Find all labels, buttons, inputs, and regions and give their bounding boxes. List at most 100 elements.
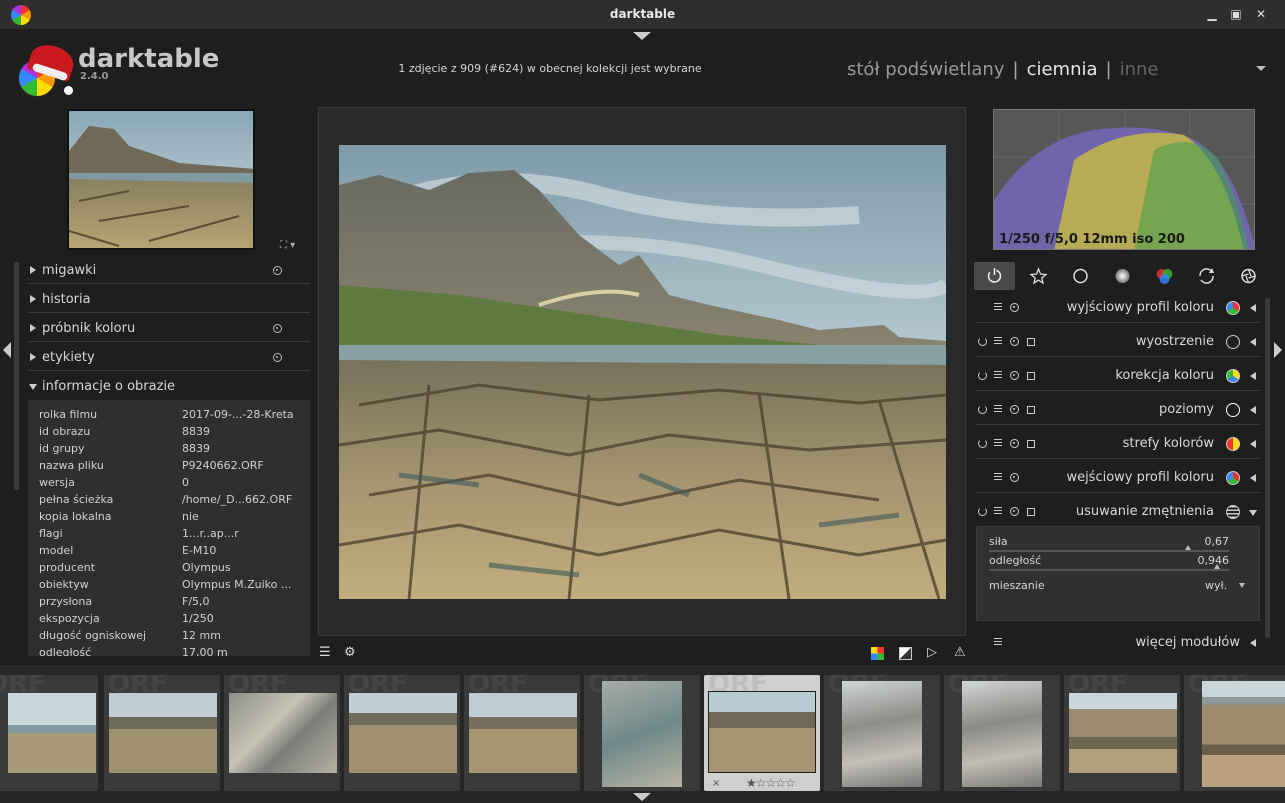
multi-instance-icon[interactable] (1027, 406, 1035, 414)
slider-knob[interactable] (1185, 545, 1192, 550)
presets-icon[interactable] (1010, 303, 1019, 312)
more-modules-button[interactable]: więcej modułów (976, 628, 1260, 658)
menu-icon[interactable] (994, 371, 1002, 378)
collapse-right-panel-arrow-icon[interactable] (1274, 342, 1282, 358)
group-tone-icon[interactable] (1102, 262, 1143, 290)
filmstrip-thumbnail[interactable]: ORF (104, 675, 220, 791)
module-color-zones[interactable]: strefy kolorów (976, 429, 1260, 459)
distance-slider[interactable]: odległość 0,946 (989, 552, 1229, 574)
module-haze-removal[interactable]: usuwanie zmętnienia (976, 497, 1260, 527)
module-snapshots[interactable]: migawki (28, 258, 310, 284)
multi-instance-icon[interactable] (1027, 372, 1035, 380)
thumbnail-image (469, 693, 577, 773)
filmstrip-thumbnail[interactable]: ORF (224, 675, 340, 791)
slider-knob[interactable] (1214, 564, 1220, 569)
group-correct-icon[interactable] (1186, 262, 1227, 290)
filmstrip-thumbnail-current[interactable]: ORF × ★☆☆☆☆ (704, 675, 820, 791)
module-image-information[interactable]: informacje o obrazie (28, 374, 310, 400)
presets-icon[interactable] (1010, 405, 1019, 414)
star-rating-icon[interactable]: ★☆☆☆☆ (746, 776, 796, 790)
multi-instance-icon[interactable] (1027, 440, 1035, 448)
softproof-icon[interactable] (871, 647, 884, 660)
module-name: poziomy (1159, 402, 1214, 417)
power-icon[interactable] (978, 405, 987, 414)
collapse-top-panel-arrow-icon[interactable] (633, 32, 651, 40)
group-color-icon[interactable] (1144, 262, 1185, 290)
info-row: id obrazu 8839 (28, 423, 310, 440)
presets-icon[interactable] (273, 266, 282, 275)
left-panel-scrollbar[interactable] (14, 262, 19, 490)
filmstrip-thumbnail[interactable]: ORF (584, 675, 700, 791)
menu-icon[interactable] (994, 405, 1002, 412)
quick-access-menu-icon[interactable]: ☰ (319, 645, 331, 660)
presets-icon[interactable] (273, 353, 282, 362)
collapse-bottom-panel-arrow-icon[interactable] (633, 793, 651, 801)
slider-track[interactable] (989, 569, 1229, 571)
filmstrip-thumbnail[interactable]: ORF (1064, 675, 1180, 791)
reject-icon[interactable]: × (712, 778, 720, 789)
styles-icon[interactable]: ⚙ (344, 645, 356, 660)
main-image[interactable] (339, 145, 946, 599)
filmstrip-thumbnail[interactable]: ORF (344, 675, 460, 791)
module-sharpen[interactable]: wyostrzenie (976, 327, 1260, 357)
module-history[interactable]: historia (28, 287, 310, 313)
multi-instance-icon[interactable] (1027, 508, 1035, 516)
blend-mode-select[interactable]: mieszanie wył. (989, 579, 1247, 592)
views-dropdown-icon[interactable] (1256, 66, 1266, 71)
presets-icon[interactable] (1010, 371, 1019, 380)
menu-icon[interactable] (994, 473, 1002, 480)
right-panel-scrollbar[interactable] (1265, 298, 1270, 638)
filmstrip-thumbnail[interactable]: ORF (824, 675, 940, 791)
view-darkroom[interactable]: ciemnia (1027, 59, 1098, 80)
haze-removal-panel: siła 0,67 odległość 0,946 mieszanie wył. (976, 526, 1260, 621)
presets-icon[interactable] (1010, 337, 1019, 346)
collapse-left-panel-arrow-icon[interactable] (3, 342, 11, 358)
filmstrip-thumbnail[interactable]: ORF (0, 675, 98, 791)
minimize-button[interactable]: ▁ (1205, 7, 1219, 21)
group-favorites-icon[interactable] (1018, 262, 1059, 290)
module-color-correction[interactable]: korekcja koloru (976, 361, 1260, 391)
presets-icon[interactable] (1010, 507, 1019, 516)
zoom-fit-icon[interactable]: ⛶ ▾ (280, 240, 295, 251)
histogram[interactable]: 1/250 f/5,0 12mm iso 200 (993, 109, 1255, 250)
gamut-check-icon[interactable] (899, 647, 912, 660)
filmstrip-thumbnail[interactable]: ORF (464, 675, 580, 791)
group-active-modules-icon[interactable] (974, 262, 1015, 290)
menu-icon[interactable] (994, 507, 1002, 514)
menu-icon[interactable] (994, 439, 1002, 446)
power-icon[interactable] (978, 337, 987, 346)
presets-icon[interactable] (273, 324, 282, 333)
info-key: wersja (39, 476, 75, 489)
presets-icon[interactable] (1010, 439, 1019, 448)
filmstrip-thumbnail[interactable]: ORF (944, 675, 1060, 791)
expand-arrow-icon (1250, 338, 1256, 346)
navigation-thumbnail[interactable] (67, 109, 255, 250)
module-tagging[interactable]: etykiety (28, 345, 310, 371)
info-row: producent Olympus (28, 559, 310, 576)
guides-icon[interactable]: ▷ (927, 645, 937, 660)
module-color-picker[interactable]: próbnik koloru (28, 316, 310, 342)
filmstrip-thumbnail[interactable]: ORF (1184, 675, 1285, 791)
overexposure-warning-icon[interactable]: ⚠ (954, 645, 966, 660)
info-value: 8839 (182, 425, 210, 438)
module-output-color-profile[interactable]: wyjściowy profil koloru (976, 293, 1260, 323)
expand-arrow-icon (1250, 440, 1256, 448)
module-levels[interactable]: poziomy (976, 395, 1260, 425)
group-basic-icon[interactable] (1060, 262, 1101, 290)
power-icon[interactable] (978, 371, 987, 380)
close-button[interactable]: ✕ (1254, 7, 1268, 21)
group-effects-icon[interactable] (1228, 262, 1269, 290)
menu-icon[interactable] (994, 337, 1002, 344)
view-lighttable[interactable]: stół podświetlany (847, 59, 1004, 80)
multi-instance-icon[interactable] (1027, 338, 1035, 346)
maximize-button[interactable]: ▣ (1229, 7, 1243, 21)
power-icon[interactable] (978, 507, 987, 516)
module-input-color-profile[interactable]: wejściowy profil koloru (976, 463, 1260, 493)
view-other[interactable]: inne (1120, 59, 1159, 80)
power-icon[interactable] (978, 439, 987, 448)
menu-icon[interactable] (994, 638, 1002, 645)
app-version: 2.4.0 (80, 71, 109, 82)
menu-icon[interactable] (994, 303, 1002, 310)
dropdown-arrow-icon (1239, 583, 1245, 588)
presets-icon[interactable] (1010, 473, 1019, 482)
